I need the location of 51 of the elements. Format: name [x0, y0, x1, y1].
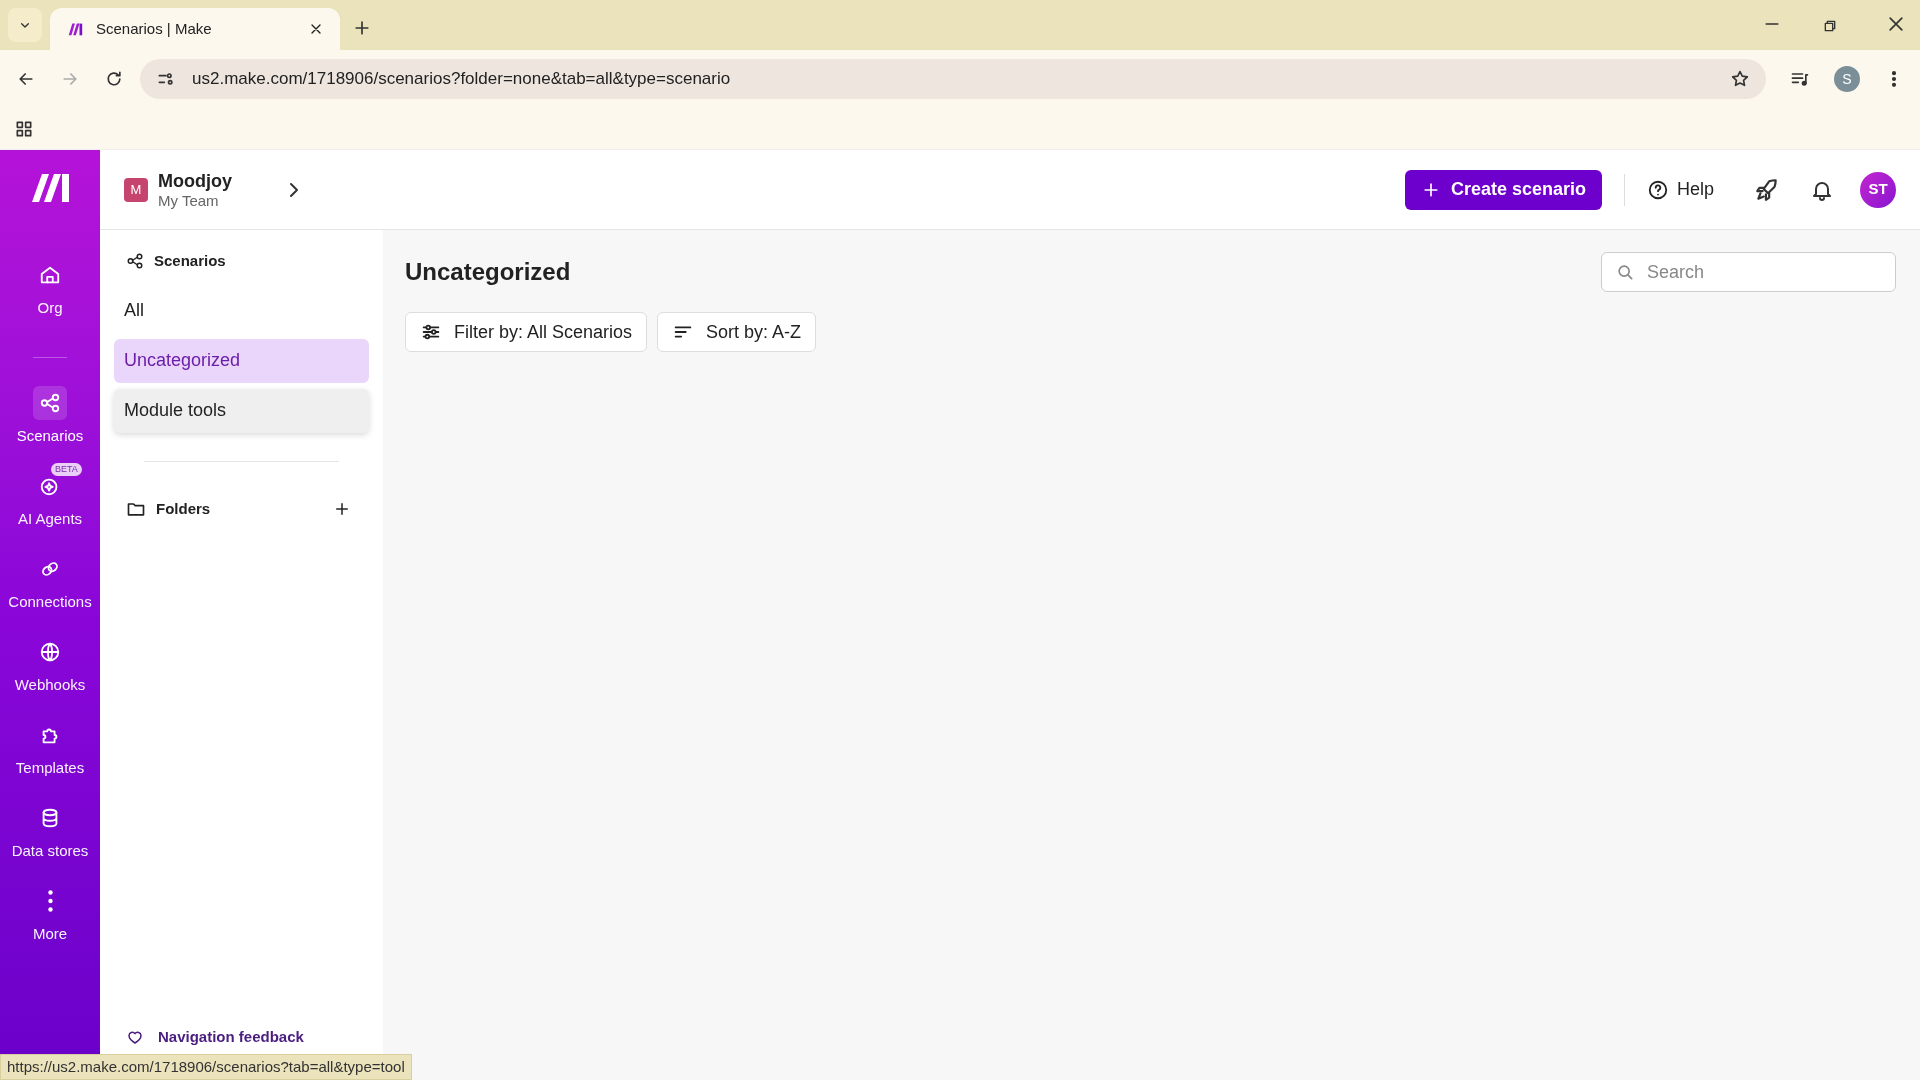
address-bar[interactable]: us2.make.com/1718906/scenarios?folder=none&tab=all&type=scenario	[140, 59, 1766, 99]
org-name: Moodjoy	[158, 169, 232, 192]
help-icon	[1646, 178, 1669, 201]
close-icon[interactable]	[1886, 14, 1906, 34]
team-name: My Team	[158, 191, 220, 210]
help-button[interactable]: Help	[1646, 176, 1714, 203]
sort-button[interactable]: Sort by: A-Z	[657, 312, 817, 352]
sidebar-item[interactable]: Uncategorized	[114, 338, 369, 383]
sidebar-item[interactable]: Module tools	[114, 388, 369, 433]
nav-label: Connections	[8, 592, 92, 611]
search-field[interactable]: Search	[1601, 252, 1896, 292]
user-avatar[interactable]: ST	[1860, 171, 1896, 208]
globe-icon	[39, 641, 61, 663]
search-icon	[1615, 262, 1635, 282]
nav-label: Org	[37, 298, 63, 317]
nav-item[interactable]: Org	[0, 252, 100, 335]
nav-label: AI Agents	[17, 509, 83, 528]
app-logo-icon[interactable]	[30, 172, 70, 202]
tab-title: Scenarios | Make	[96, 18, 213, 39]
more-icon	[47, 890, 53, 912]
status-url: https://us2.make.com/1718906/scenarios?tab=all&type=tool	[0, 1054, 412, 1080]
nav-label: Scenarios	[16, 426, 84, 445]
beta-badge: BETA	[51, 463, 82, 476]
nav-item[interactable]: Data stores	[0, 795, 100, 878]
nav-label: Webhooks	[14, 675, 86, 694]
nav-item[interactable]: Webhooks	[0, 629, 100, 712]
app-logo-icon	[66, 22, 84, 36]
page-title: Uncategorized	[405, 257, 572, 287]
share-icon	[39, 392, 61, 414]
nav-label: Data stores	[11, 841, 89, 860]
browser-tab[interactable]: Scenarios | Make	[50, 8, 340, 50]
create-scenario-button[interactable]: Create scenario	[1404, 169, 1602, 210]
section-heading: Scenarios	[154, 251, 226, 271]
bookmark-star-icon[interactable]	[1730, 69, 1750, 89]
rocket-icon[interactable]	[1754, 176, 1780, 203]
url-text: us2.make.com/1718906/scenarios?folder=none&tab=all&type=scenario	[192, 68, 732, 91]
section-heading: Folders	[156, 498, 212, 519]
nav-item[interactable]: More	[0, 878, 100, 961]
restore-icon[interactable]	[1822, 18, 1838, 34]
home-icon	[39, 264, 61, 286]
team-avatar: M	[124, 177, 148, 202]
nav-item[interactable]: Scenarios	[0, 380, 100, 463]
nav-item[interactable]: Templates	[0, 712, 100, 795]
nav-label: Templates	[15, 758, 85, 777]
nav-item[interactable]: Connections	[0, 546, 100, 629]
navigation-feedback-link[interactable]: Navigation feedback	[114, 1025, 369, 1048]
nav-item[interactable]: BETA AI Agents	[0, 463, 100, 546]
nav-label: More	[32, 924, 68, 943]
share-icon	[126, 252, 144, 271]
reload-icon[interactable]	[104, 69, 124, 89]
filter-button[interactable]: Filter by: All Scenarios	[405, 312, 648, 352]
